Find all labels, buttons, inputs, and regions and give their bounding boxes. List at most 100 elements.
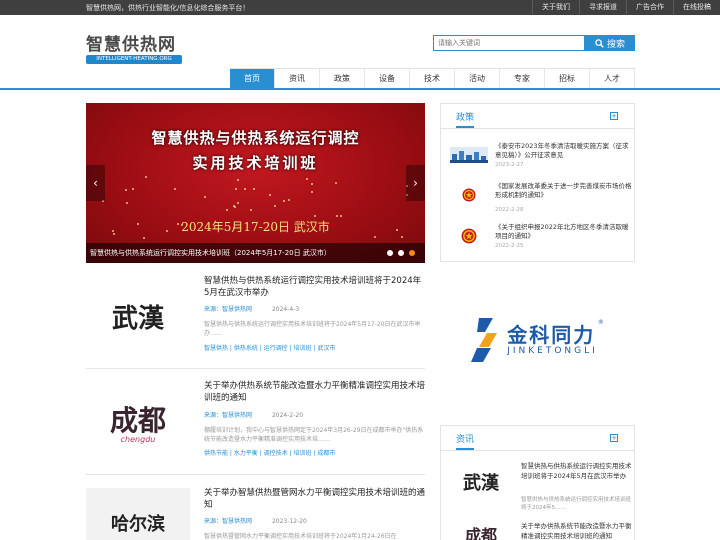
registered-mark: ® <box>597 318 604 326</box>
article-summary: 棚履培训计划，我中心与智慧供热网定于2024年3月26-29日在成都市举办"供热… <box>204 427 424 443</box>
nav-talent[interactable]: 人才 <box>590 69 635 88</box>
article-thumbnail[interactable]: 成都 chengdu <box>86 381 190 461</box>
policy-item-date: 2023-2-27 <box>495 162 524 168</box>
link-about-us[interactable]: 关于我们 <box>532 0 579 15</box>
article-summary: 智慧供热暨管网水力平衡调控实用技术培训班将于2024年1月24-26日在 <box>204 533 397 540</box>
article-source: 智慧供热网 <box>222 518 253 525</box>
slider-dot-1[interactable] <box>387 250 393 256</box>
nav-events[interactable]: 活动 <box>455 69 500 88</box>
thumbnail-calligraphy: 武漢 <box>111 303 164 334</box>
article-tags[interactable]: 智慧供热 | 供热系统 | 运行调控 | 培训班 | 武汉市 <box>204 343 335 352</box>
article-item: 武漢 智慧供热与供热系统运行调控实用技术培训班将于2024年5月在武汉市举办 来… <box>86 276 425 356</box>
jinketongli-logo: 金科同力 JINKETONGLI ® <box>471 318 604 362</box>
slider-sparkle <box>124 188 127 191</box>
nav-policy[interactable]: 政策 <box>320 69 365 88</box>
thumbnail-calligraphy: 哈尔滨 <box>111 514 165 535</box>
policy-item-title[interactable]: 《泰安市2023年冬季清洁取暖实施方案（征求意见稿）》公开征求意见 <box>495 142 633 160</box>
article-item: 哈尔滨 关于举办智慧供热暨管网水力平衡调控实用技术培训班的通知 来源：智慧供热网… <box>86 488 425 540</box>
article-source-label: 来源： <box>204 518 223 525</box>
article-tags[interactable]: 供热节能 | 水力平衡 | 调控技术 | 培训班 | 成都市 <box>204 448 335 457</box>
search-button[interactable]: 搜索 <box>585 35 635 51</box>
nav-news[interactable]: 资讯 <box>275 69 320 88</box>
company-logo-icon <box>471 318 498 362</box>
policy-panel-title[interactable]: 政策 <box>456 110 475 128</box>
national-emblem-icon <box>461 228 477 244</box>
policy-item-date: 2022-2-28 <box>495 207 524 213</box>
news-thumbnail: 武漢 <box>449 462 513 502</box>
slider-dots <box>387 250 415 256</box>
nav-underline <box>0 88 720 90</box>
policy-item-title[interactable]: 《关于组织申报2022年北方地区冬季清洁取暖项目的通知》 <box>495 223 633 241</box>
slider-next-button[interactable]: › <box>406 165 425 201</box>
nav-experts[interactable]: 专家 <box>500 69 545 88</box>
article-item: 成都 chengdu 关于举办供热系统节能改造暨水力平衡精准调控实用技术培训班的… <box>86 381 425 461</box>
article-source: 智慧供热网 <box>222 306 253 313</box>
policy-item-date: 2022-2-25 <box>495 243 524 249</box>
ad-brand-en: JINKETONGLI <box>507 345 598 356</box>
news-thumbnail: 成都 <box>449 522 513 540</box>
article-thumbnail[interactable]: 哈尔滨 <box>86 488 190 540</box>
advertisement-banner[interactable]: 金科同力 JINKETONGLI ® <box>440 300 635 380</box>
slider-sparkle <box>273 204 276 207</box>
city-banner-icon <box>450 147 488 163</box>
slider-prev-button[interactable]: ‹ <box>86 165 105 201</box>
plus-icon[interactable]: + <box>610 434 618 442</box>
article-date: 2023-12-20 <box>271 518 307 525</box>
nav-tenders[interactable]: 招标 <box>545 69 590 88</box>
slider-sparkle <box>203 195 206 198</box>
search-input[interactable] <box>433 35 585 51</box>
article-summary: 智慧供热与供热系统运行调控实用技术培训班将于2024年5月17-20日在武汉市举… <box>204 321 421 337</box>
ad-brand-cn: 金科同力 <box>507 322 596 347</box>
slider-sparkle <box>131 187 134 190</box>
article-thumbnail[interactable]: 武漢 <box>86 276 190 356</box>
site-slogan: 智慧供热网，供热行业智能化/信息化综合服务平台！ <box>86 4 250 12</box>
thumbnail-calligraphy: 成都 <box>109 403 166 437</box>
slider-sparkle <box>236 178 239 181</box>
slider-caption[interactable]: 智慧供热与供热系统运行调控实用技术培训班（2024年5月17-20日 武汉市） <box>86 243 425 263</box>
article-source: 智慧供热网 <box>222 412 253 419</box>
slider-dot-3[interactable] <box>409 250 415 256</box>
article-title[interactable]: 智慧供热与供热系统运行调控实用技术培训班将于2024年5月在武汉市举办 <box>204 276 425 299</box>
link-request-coverage[interactable]: 寻求报道 <box>579 0 626 15</box>
article-title[interactable]: 关于举办供热系统节能改造暨水力平衡精准调控实用技术培训班的通知 <box>204 381 425 404</box>
link-ad-cooperation[interactable]: 广告合作 <box>626 0 673 15</box>
policy-panel-header: 政策 + <box>441 104 634 129</box>
policy-item-title[interactable]: 《国家发展改革委关于进一步完善煤炭市场价格形成机制的通知》 <box>495 182 633 200</box>
slider-sparkle <box>400 236 403 239</box>
slider-date: 2024年5月17-20日 武汉市 <box>181 220 330 234</box>
article-divider <box>86 474 425 475</box>
thumbnail-calligraphy: 成都 <box>464 526 497 540</box>
logo-en-text: INTELLIGENT-HEATING.ORG <box>86 55 182 64</box>
hero-slider[interactable]: 智慧供热与供热系统运行调控 实用技术培训班 2024年5月17-20日 武汉市 … <box>86 103 425 263</box>
link-online-submission[interactable]: 在线投稿 <box>673 0 720 15</box>
article-date: 2024-2-20 <box>271 412 304 419</box>
article-meta: 来源：智慧供热网 2023-12-20 <box>204 516 307 525</box>
slider-headline-1: 智慧供热与供热系统运行调控 <box>151 129 360 147</box>
news-panel-header: 资讯 + <box>441 426 634 451</box>
policy-panel: 政策 + 《泰安市2023年冬季清洁取暖实施方案（征求意见稿）》公开征求意见 2… <box>440 103 635 262</box>
nav-equipment[interactable]: 设备 <box>365 69 410 88</box>
news-panel-title[interactable]: 资讯 <box>456 432 475 450</box>
news-item-summary: 智慧供热与供热系统运行调控实用技术培训班将于2024年5…… <box>521 497 632 511</box>
article-date: 2024-4-3 <box>271 306 300 313</box>
nav-home[interactable]: 首页 <box>230 69 275 88</box>
top-bar: 智慧供热网，供热行业智能化/信息化综合服务平台！ 关于我们 寻求报道 广告合作 … <box>0 0 720 15</box>
site-logo[interactable]: 智慧供热网 INTELLIGENT-HEATING.ORG <box>86 36 186 64</box>
plus-icon[interactable]: + <box>610 112 618 120</box>
search-icon <box>595 38 604 48</box>
article-title[interactable]: 关于举办智慧供热暨管网水力平衡调控实用技术培训班的通知 <box>204 488 425 511</box>
slider-sparkle <box>236 201 239 204</box>
slider-dot-2[interactable] <box>398 250 404 256</box>
news-item-title[interactable]: 智慧供热与供热系统运行调控实用技术培训班将于2024年5月在武汉市举办 <box>521 462 633 481</box>
search-bar: 搜索 <box>433 35 635 51</box>
nav-technology[interactable]: 技术 <box>410 69 455 88</box>
slider-headline-2: 实用技术培训班 <box>192 154 319 172</box>
search-button-label: 搜索 <box>606 39 625 50</box>
policy-thumbnail <box>449 223 489 249</box>
main-nav: 首页 资讯 政策 设备 技术 活动 专家 招标 人才 <box>230 68 635 88</box>
news-panel: 资讯 + 武漢 智慧供热与供热系统运行调控实用技术培训班将于2024年5月在武汉… <box>440 425 635 540</box>
article-divider <box>86 368 425 369</box>
thumbnail-subtext: chengdu <box>120 434 156 444</box>
news-item-title[interactable]: 关于举办供热系统节能改造暨水力平衡精准调控实用技术培训班的通知 <box>521 522 633 540</box>
policy-thumbnail <box>449 142 489 168</box>
